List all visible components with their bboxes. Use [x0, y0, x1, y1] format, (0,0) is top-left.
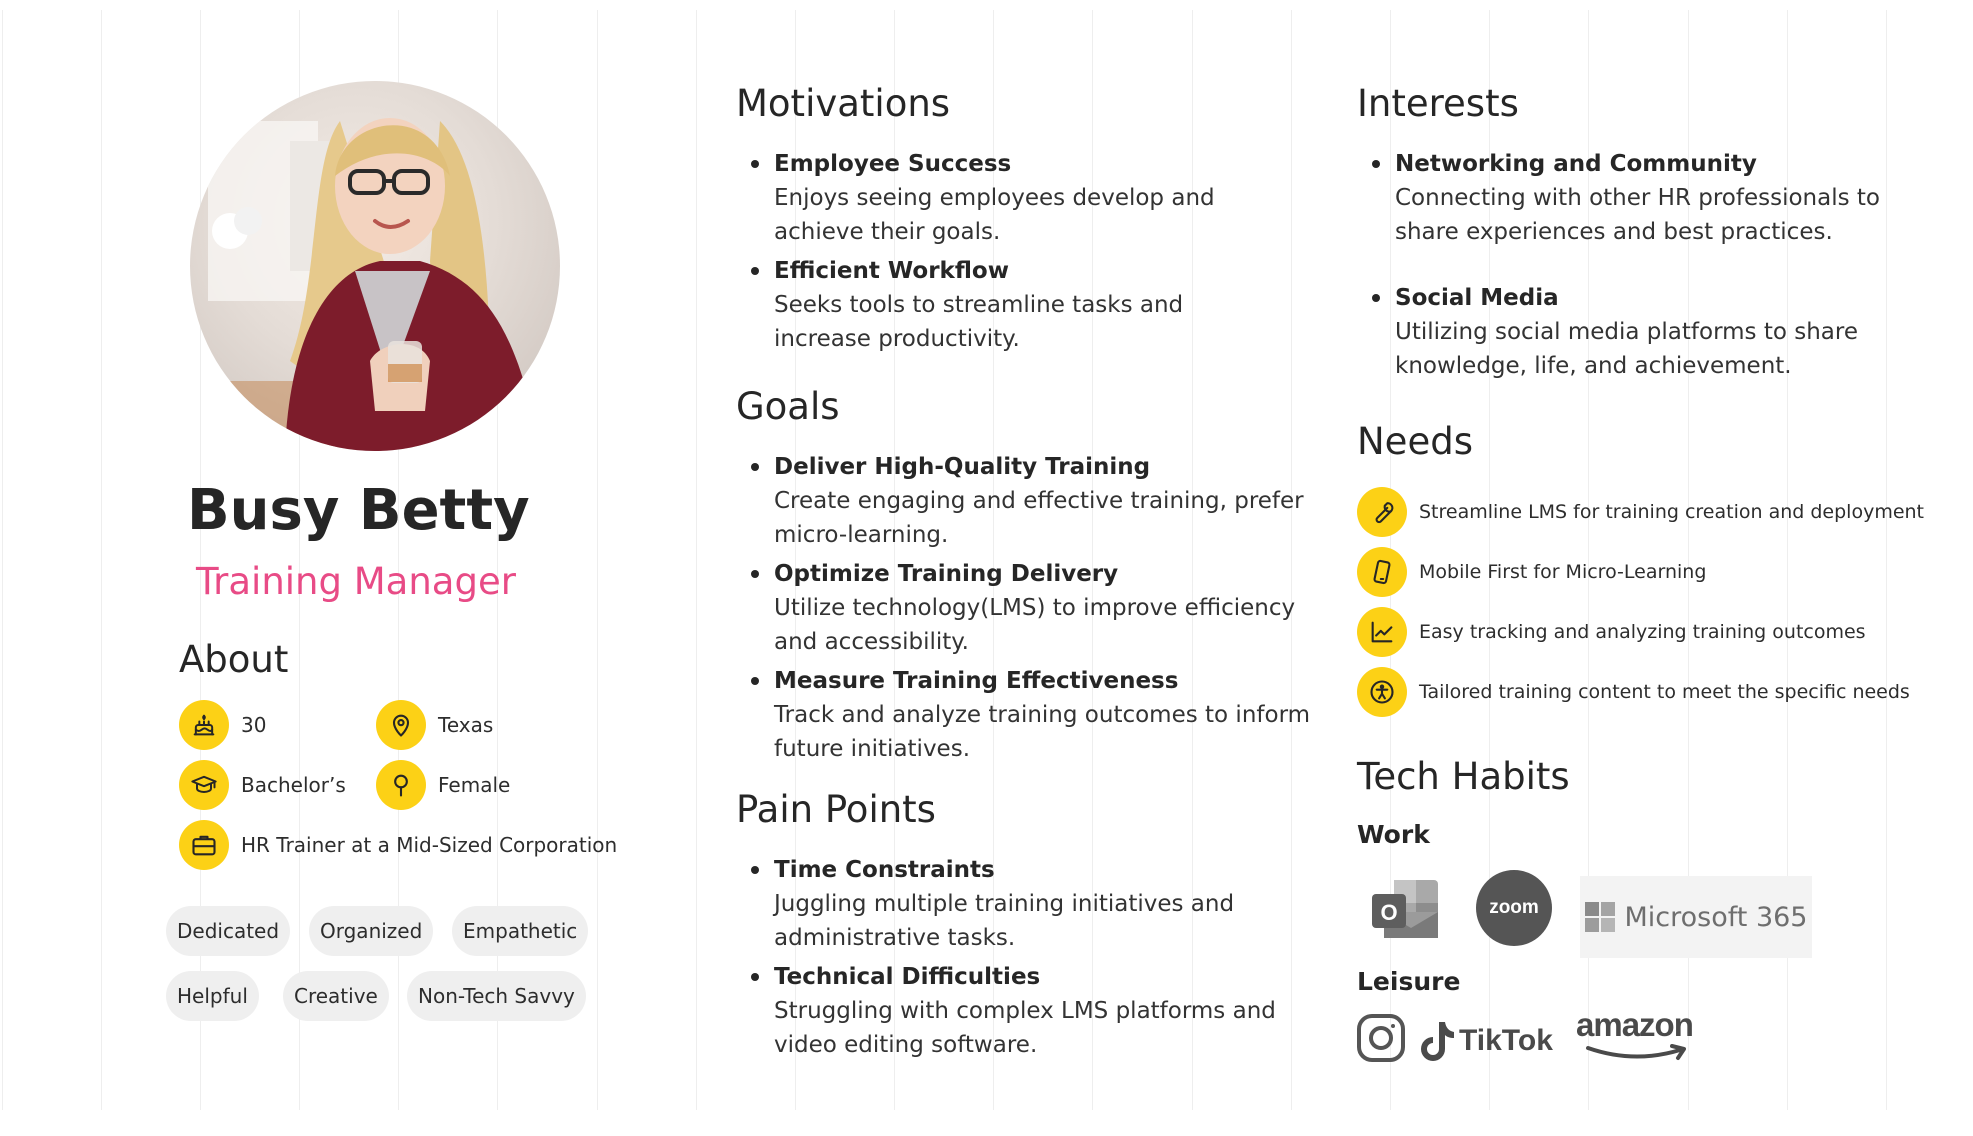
trait-chip: Organized: [309, 906, 434, 956]
gender-info: Female: [376, 760, 510, 810]
trait-chip: Helpful: [166, 971, 259, 1021]
list-item: Technical Difficulties Struggling with c…: [737, 960, 1276, 1062]
outlook-icon: O: [1370, 872, 1446, 948]
tiktok-icon: TikTok: [1419, 1020, 1553, 1062]
trait-chip: Empathetic: [452, 906, 589, 956]
pain-points-list: Time Constraints Juggling multiple train…: [737, 853, 1276, 1067]
persona-role: Training Manager: [196, 560, 516, 603]
trait-chip: Dedicated: [166, 906, 291, 956]
education-info: Bachelor’s: [179, 760, 346, 810]
goals-list: Deliver High-Quality Training Create eng…: [737, 450, 1310, 771]
need-item: Streamline LMS for training creation and…: [1357, 487, 1924, 537]
list-item: Employee Success Enjoys seeing employees…: [737, 147, 1215, 249]
list-item: Networking and Community Connecting with…: [1358, 147, 1880, 249]
leisure-label: Leisure: [1357, 967, 1461, 996]
goals-heading: Goals: [736, 385, 840, 428]
list-item: Efficient Workflow Seeks tools to stream…: [737, 254, 1215, 356]
trait-chip: Non-Tech Savvy: [407, 971, 586, 1021]
wrench-icon: [1357, 487, 1407, 537]
occupation-value: HR Trainer at a Mid-Sized Corporation: [241, 833, 618, 857]
about-heading: About: [179, 638, 289, 681]
motivations-heading: Motivations: [736, 82, 951, 125]
list-item: Time Constraints Juggling multiple train…: [737, 853, 1276, 955]
list-item: Social Media Utilizing social media plat…: [1358, 281, 1880, 383]
zoom-label: zoom: [1489, 897, 1539, 918]
work-label: Work: [1357, 820, 1430, 849]
age-value: 30: [241, 713, 267, 737]
age-info: 30: [179, 700, 266, 750]
list-item: Measure Training Effectiveness Track and…: [737, 664, 1310, 766]
pain-points-heading: Pain Points: [736, 788, 936, 831]
list-item: Optimize Training Delivery Utilize techn…: [737, 557, 1310, 659]
trait-chip: Creative: [283, 971, 389, 1021]
zoom-icon: zoom: [1476, 870, 1552, 946]
cake-icon: [179, 700, 229, 750]
tiktok-note-icon: [1421, 1022, 1454, 1061]
education-value: Bachelor’s: [241, 773, 346, 797]
amazon-label: amazon: [1576, 1006, 1694, 1043]
need-item: Easy tracking and analyzing training out…: [1357, 607, 1866, 657]
amazon-icon: amazon: [1576, 1006, 1700, 1066]
microsoft-365-label: Microsoft 365: [1624, 901, 1808, 933]
tech-habits-heading: Tech Habits: [1357, 755, 1570, 798]
mobile-phone-icon: [1357, 547, 1407, 597]
female-icon: [376, 760, 426, 810]
instagram-icon: [1355, 1012, 1407, 1064]
location-value: Texas: [438, 713, 494, 737]
persona-name: Busy Betty: [187, 478, 530, 543]
accessibility-icon: [1357, 667, 1407, 717]
persona-photo: [190, 81, 560, 451]
interests-list: Networking and Community Connecting with…: [1358, 147, 1880, 388]
outlook-letter: O: [1380, 900, 1397, 925]
graduation-cap-icon: [179, 760, 229, 810]
needs-heading: Needs: [1357, 420, 1473, 463]
location-pin-icon: [376, 700, 426, 750]
motivations-list: Employee Success Enjoys seeing employees…: [737, 147, 1215, 361]
gender-value: Female: [438, 773, 511, 797]
microsoft-365-icon: Microsoft 365: [1580, 876, 1812, 958]
location-info: Texas: [376, 700, 493, 750]
interests-heading: Interests: [1357, 82, 1519, 125]
need-item: Tailored training content to meet the sp…: [1357, 667, 1910, 717]
need-item: Mobile First for Micro-Learning: [1357, 547, 1706, 597]
microsoft-logo-icon: [1584, 902, 1615, 932]
briefcase-icon: [179, 820, 229, 870]
occupation-info: HR Trainer at a Mid-Sized Corporation: [179, 820, 617, 870]
tiktok-label: TikTok: [1459, 1024, 1553, 1057]
amazon-smile-icon: [1586, 1044, 1686, 1060]
chart-line-icon: [1357, 607, 1407, 657]
list-item: Deliver High-Quality Training Create eng…: [737, 450, 1310, 552]
